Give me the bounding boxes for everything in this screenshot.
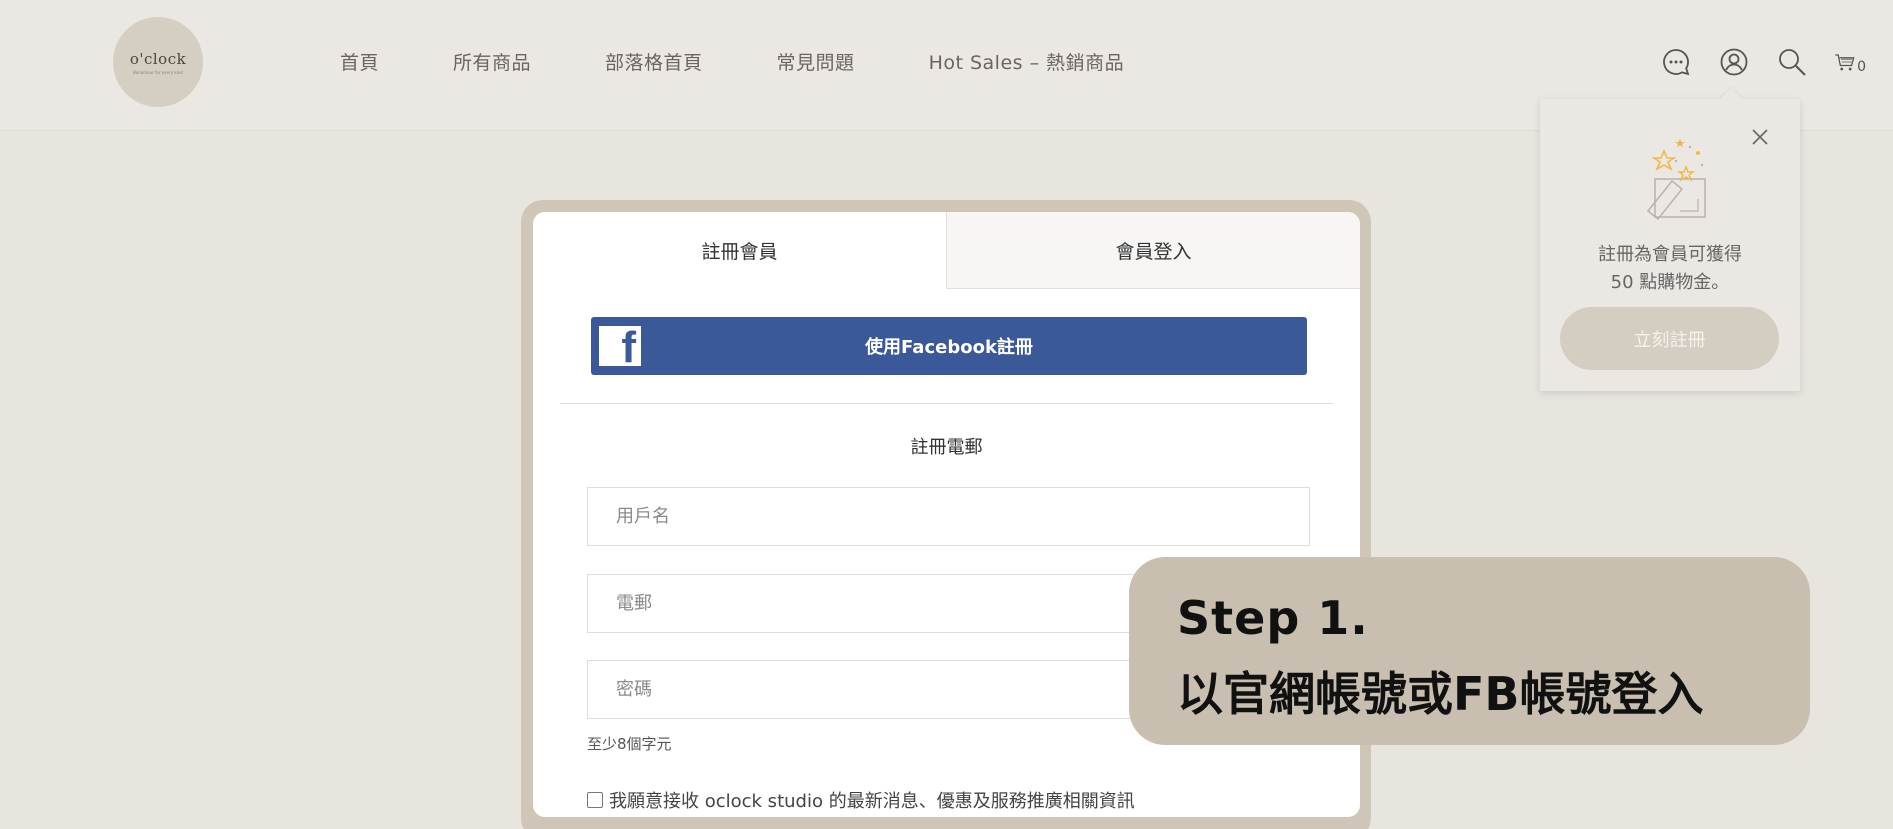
logo-text: o'clock <box>129 49 187 68</box>
step-number: Step 1. <box>1177 591 1369 645</box>
nav-faq[interactable]: 常見問題 <box>777 48 855 75</box>
chat-icon[interactable] <box>1660 46 1692 78</box>
site-logo[interactable]: o'clock Bonamour for every kind <box>113 17 203 107</box>
facebook-register-label: 使用Facebook註冊 <box>865 337 1033 358</box>
main-nav: 首頁 所有商品 部落格首頁 常見問題 Hot Sales – 熱銷商品 <box>340 48 1124 75</box>
nav-all-products[interactable]: 所有商品 <box>453 48 531 75</box>
step-instruction: 以官網帳號或FB帳號登入 <box>1177 667 1704 721</box>
register-now-button[interactable]: 立刻註冊 <box>1560 307 1779 370</box>
promo-line-1: 註冊為會員可獲得 <box>1598 244 1742 265</box>
register-promo-popup: 註冊為會員可獲得 50 點購物金。 立刻註冊 <box>1540 99 1800 391</box>
username-field[interactable] <box>587 487 1310 546</box>
header-actions: 0 <box>1660 46 1866 78</box>
nav-home[interactable]: 首頁 <box>340 48 379 75</box>
newsletter-row: 我願意接收 oclock studio 的最新消息、優惠及服務推廣相關資訊 <box>587 787 1135 813</box>
tab-register[interactable]: 註冊會員 <box>533 212 946 289</box>
search-icon[interactable] <box>1776 46 1808 78</box>
facebook-register-button[interactable]: f 使用Facebook註冊 <box>591 317 1307 375</box>
cart-count: 0 <box>1857 59 1866 75</box>
logo-tagline: Bonamour for every kind <box>133 69 183 75</box>
password-hint: 至少8個字元 <box>587 735 672 753</box>
cart-icon[interactable]: 0 <box>1834 46 1866 78</box>
register-email-title: 註冊電郵 <box>910 437 983 458</box>
nav-blog[interactable]: 部落格首頁 <box>605 48 703 75</box>
user-icon[interactable] <box>1718 46 1750 78</box>
auth-tabs: 註冊會員 會員登入 <box>533 212 1360 289</box>
promo-text: 註冊為會員可獲得 50 點購物金。 <box>1540 241 1800 297</box>
facebook-icon: f <box>599 326 641 366</box>
newsletter-label: 我願意接收 oclock studio 的最新消息、優惠及服務推廣相關資訊 <box>609 791 1135 812</box>
tab-login[interactable]: 會員登入 <box>946 212 1360 289</box>
nav-hot-sales[interactable]: Hot Sales – 熱銷商品 <box>929 48 1125 75</box>
step-callout: Step 1. 以官網帳號或FB帳號登入 <box>1129 557 1810 745</box>
divider <box>560 403 1333 404</box>
close-icon[interactable] <box>1750 127 1770 147</box>
promo-line-2: 50 點購物金。 <box>1610 272 1730 293</box>
gift-box-illustration <box>1620 139 1720 229</box>
newsletter-checkbox[interactable] <box>587 792 603 808</box>
